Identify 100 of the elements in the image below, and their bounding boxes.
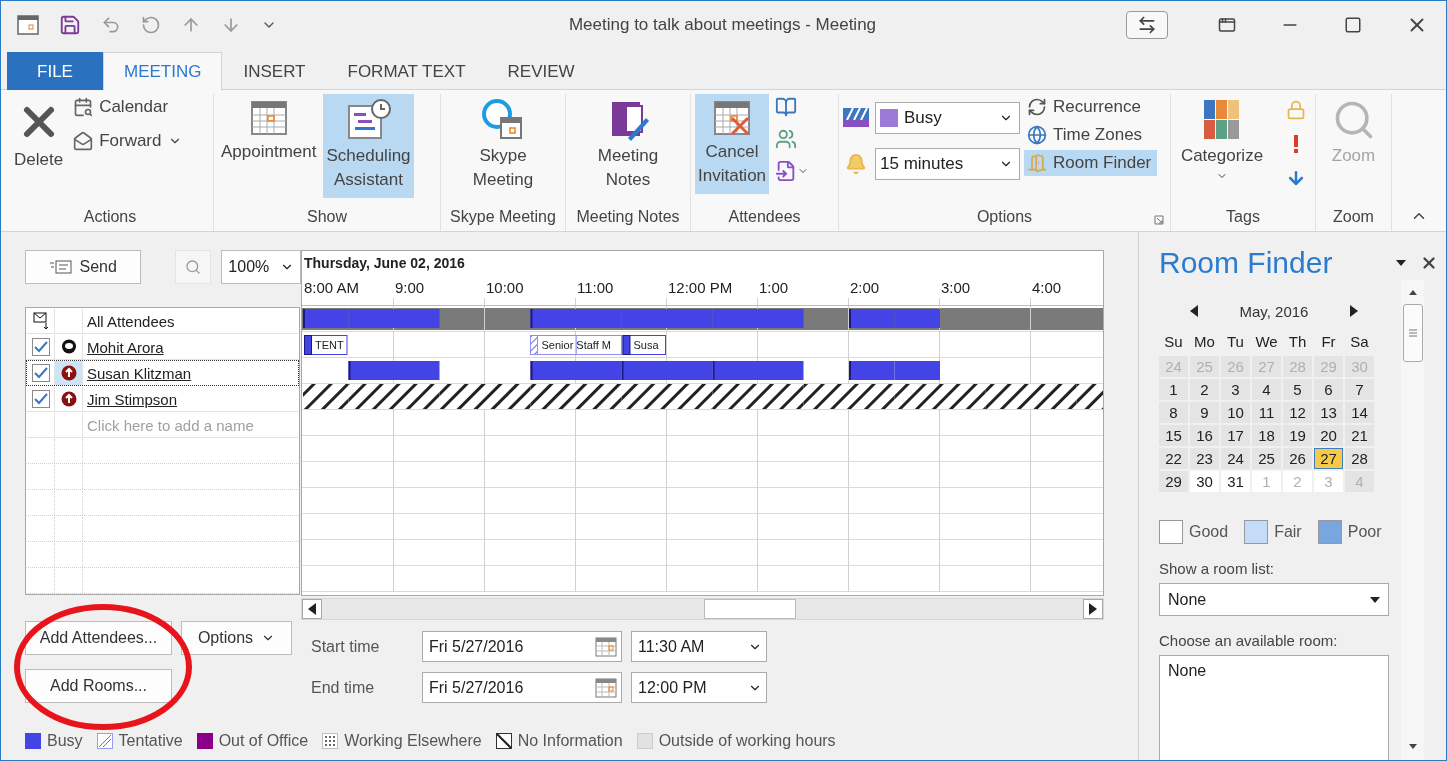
room-item[interactable]: None (1168, 662, 1207, 679)
time-select[interactable]: 11:30 AM (631, 631, 767, 662)
scroll-thumb[interactable] (704, 599, 796, 619)
group-label: Meeting Notes (576, 208, 680, 226)
calendar-day[interactable]: 17 (1221, 425, 1250, 446)
redo-icon[interactable] (141, 15, 161, 35)
field-label: End time (311, 678, 376, 697)
horizontal-scrollbar[interactable] (301, 598, 1104, 620)
calendar-day[interactable]: 2 (1190, 379, 1219, 400)
vertical-scrollbar[interactable] (1401, 280, 1424, 760)
scroll-down-icon (1407, 743, 1418, 751)
calendar-day[interactable]: 7 (1345, 379, 1374, 400)
scheduling-assistant-button[interactable]: Scheduling Assistant (323, 94, 414, 198)
ribbon-tab[interactable]: MEETING (103, 52, 223, 90)
previous-month-icon[interactable] (1189, 305, 1199, 317)
close-icon[interactable] (1420, 254, 1438, 272)
date-heading: Thursday, June 02, 2016 (303, 254, 466, 273)
calendar-icon (595, 636, 617, 657)
maximize-icon[interactable] (1344, 16, 1362, 34)
time-select[interactable]: 12:00 PM (631, 672, 767, 703)
calendar-day[interactable]: 24 (1221, 448, 1250, 469)
calendar-day[interactable]: 9 (1190, 402, 1219, 423)
reminder-select[interactable]: 15 minutes (875, 148, 1020, 180)
calendar-day[interactable]: 4 (1252, 379, 1281, 400)
add-attendees-button[interactable]: Add Attendees... (25, 621, 172, 655)
calendar-day[interactable]: 16 (1190, 425, 1219, 446)
save-icon[interactable] (59, 14, 81, 36)
scroll-thumb[interactable] (1402, 304, 1423, 362)
calendar-day[interactable]: 18 (1252, 425, 1281, 446)
forward-button[interactable]: Forward (70, 128, 188, 154)
calendar-day[interactable]: 29 (1159, 471, 1188, 492)
calendar-day[interactable]: 11 (1252, 402, 1281, 423)
popout-icon[interactable] (1218, 16, 1236, 34)
send-button[interactable]: Send (25, 250, 142, 284)
calendar-day[interactable]: 30 (1190, 471, 1219, 492)
display-options-button[interactable] (1126, 11, 1168, 39)
out-of-office-swatch (196, 733, 213, 749)
calendar-day[interactable]: 27 (1314, 448, 1343, 469)
scroll-left-icon[interactable] (307, 603, 317, 615)
attendee-name[interactable]: Jim Stimpson (87, 390, 178, 408)
calendar-day[interactable]: 8 (1159, 402, 1188, 423)
ribbon-tab[interactable]: INSERT (222, 52, 327, 90)
calendar-day[interactable]: 23 (1190, 448, 1219, 469)
dialog-launcher-icon[interactable] (1154, 215, 1164, 225)
time-zones-button[interactable]: Time Zones (1024, 122, 1158, 148)
attendee-row[interactable]: Jim Stimpson (26, 386, 299, 412)
calendar-day[interactable]: 31 (1221, 471, 1250, 492)
calendar-day[interactable]: 21 (1345, 425, 1374, 446)
recurrence-button[interactable]: Recurrence (1024, 94, 1158, 120)
time-label: 8:00 AM (304, 279, 360, 296)
calendar-day[interactable]: 19 (1283, 425, 1312, 446)
skype-meeting-button[interactable]: Skype Meeting (469, 94, 537, 198)
options-button[interactable]: Options (181, 621, 292, 655)
ribbon-tab[interactable]: REVIEW (486, 52, 596, 90)
date-field[interactable]: Fri 5/27/2016 (422, 672, 622, 703)
checkbox[interactable] (31, 390, 50, 408)
attendee-row[interactable]: Mohit Arora (26, 334, 299, 360)
undo-icon[interactable] (101, 15, 121, 35)
room-list-select[interactable]: None (1159, 583, 1389, 616)
video-call-icon (481, 98, 525, 142)
attendee-row[interactable]: Susan Klitzman (26, 360, 299, 386)
checkbox[interactable] (31, 338, 50, 356)
room-list-box[interactable]: None (1159, 655, 1389, 760)
calendar-day[interactable]: 28 (1345, 448, 1374, 469)
categorize-button[interactable]: Categorize (1177, 94, 1267, 188)
calendar-day[interactable]: 20 (1314, 425, 1343, 446)
calendar-icon[interactable] (17, 14, 39, 36)
calendar-day[interactable]: 25 (1252, 448, 1281, 469)
calendar-icon (73, 97, 94, 117)
busy-square-icon (880, 109, 898, 127)
calendar-button[interactable]: Calendar (70, 94, 188, 120)
checkbox[interactable] (31, 364, 50, 382)
ribbon-tab[interactable]: FORMAT TEXT (326, 52, 487, 90)
calendar-day[interactable]: 13 (1314, 402, 1343, 423)
ribbon-tab[interactable]: FILE (7, 52, 103, 90)
calendar-day[interactable]: 14 (1345, 402, 1374, 423)
calendar-day[interactable]: 26 (1283, 448, 1312, 469)
cancel-invitation-button[interactable]: Cancel Invitation (695, 94, 770, 194)
calendar-day[interactable]: 5 (1283, 379, 1312, 400)
show-as-select[interactable]: Busy (875, 102, 1020, 134)
delete-button[interactable]: Delete (11, 94, 67, 178)
meeting-notes-button[interactable]: Meeting Notes (594, 94, 662, 198)
calendar-day[interactable]: 1 (1159, 379, 1188, 400)
calendar-day[interactable]: 6 (1314, 379, 1343, 400)
calendar-day[interactable]: 12 (1283, 402, 1312, 423)
attendee-name[interactable]: Mohit Arora (87, 338, 164, 356)
legend-label: Tentative (118, 732, 183, 750)
calendar-day[interactable]: 3 (1221, 379, 1250, 400)
next-month-icon[interactable] (1349, 305, 1359, 317)
calendar-day[interactable]: 15 (1159, 425, 1188, 446)
date-field[interactable]: Fri 5/27/2016 (422, 631, 622, 662)
calendar-day[interactable]: 10 (1221, 402, 1250, 423)
attendee-name[interactable]: Susan Klitzman (87, 364, 192, 382)
room-finder-button[interactable]: Room Finder (1024, 150, 1158, 176)
window-title: Meeting to talk about meetings - Meeting (568, 15, 877, 35)
add-rooms-button[interactable]: Add Rooms... (25, 669, 172, 703)
scroll-right-icon[interactable] (1088, 603, 1098, 615)
appointment-button[interactable]: Appointment (218, 94, 320, 170)
calendar-day[interactable]: 22 (1159, 448, 1188, 469)
zoom-select[interactable]: 100% (221, 250, 301, 284)
